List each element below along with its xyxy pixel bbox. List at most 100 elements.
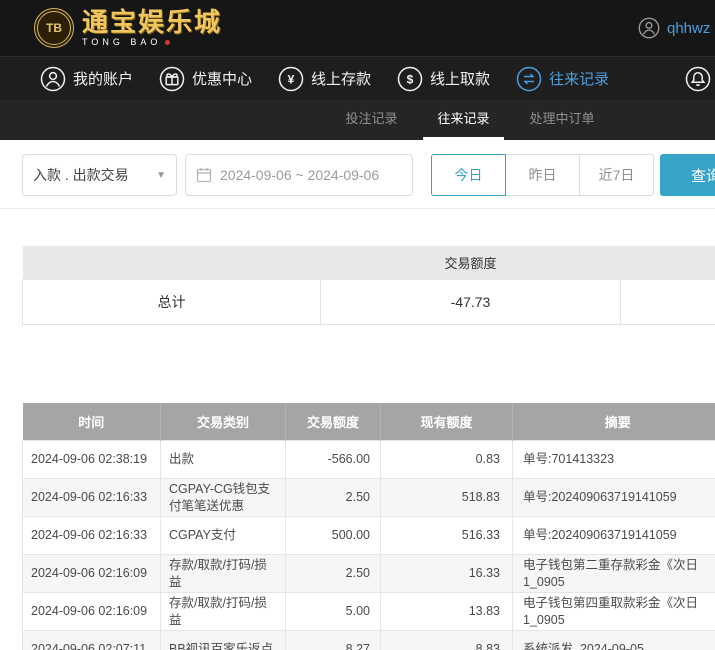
col-header-amount: 交易额度 (285, 402, 381, 441)
nav-item-online-deposit[interactable]: ¥ 线上存款 (278, 66, 371, 92)
cell-time: 2024-09-06 02:16:33 (22, 516, 161, 555)
content: 入款 . 出款交易 ▼ 2024-09-06 ~ 2024-09-06 今日 昨… (0, 140, 715, 650)
nav-item-promotions[interactable]: 优惠中心 (159, 66, 252, 92)
chevron-down-icon: ▼ (156, 169, 166, 181)
nav-label: 往来记录 (549, 71, 610, 88)
logo-subtitle-text: TONG BAO (82, 37, 162, 47)
cell-type: BB视讯百家乐返点 (160, 630, 286, 650)
cell-remark: 单号:202409063719141059 (512, 478, 715, 517)
cell-amount: 2.50 (285, 554, 381, 593)
nav-item-transaction-records[interactable]: 往来记录 (516, 66, 609, 92)
today-button[interactable]: 今日 (431, 154, 506, 196)
nav-label: 我的账户 (73, 71, 134, 88)
table-row: 2024-09-06 02:07:11 BB视讯百家乐返点 8.27 8.83 … (22, 630, 715, 650)
summary-total-row: 总计 -47.73 (22, 278, 715, 325)
col-header-balance: 现有额度 (380, 402, 513, 441)
cell-amount: 8.27 (285, 630, 381, 650)
svg-text:¥: ¥ (288, 72, 295, 86)
account-user-icon (638, 17, 660, 39)
summary-header-row: 交易额度 (22, 246, 715, 279)
cell-amount: 5.00 (285, 592, 381, 631)
tab-transaction-records[interactable]: 往来记录 (423, 100, 504, 140)
yesterday-button[interactable]: 昨日 (505, 154, 580, 196)
records-table-head: 时间 交易类别 交易额度 现有额度 摘要 (22, 402, 715, 441)
summary-total-label: 总计 (22, 278, 321, 325)
summary-empty-cell (619, 278, 715, 325)
nav-label: 线上取款 (430, 71, 491, 88)
table-row: 2024-09-06 02:16:33 CGPAY-CG钱包支付笔笔送优惠 2.… (22, 478, 715, 517)
nav-label: 线上存款 (311, 71, 372, 88)
nav-item-online-withdraw[interactable]: $ 线上取款 (397, 66, 490, 92)
cell-balance: 8.83 (380, 630, 513, 650)
cell-type: CGPAY支付 (160, 516, 286, 555)
records-table: 时间 交易类别 交易额度 现有额度 摘要 2024-09-06 02:38:19… (22, 402, 715, 650)
summary-table: 交易额度 总计 -47.73 (22, 246, 715, 325)
date-range-value: 2024-09-06 ~ 2024-09-06 (220, 167, 380, 183)
cell-time: 2024-09-06 02:16:09 (22, 592, 161, 631)
tab-pending-orders[interactable]: 处理中订单 (516, 100, 609, 140)
cell-type: 存款/取款/打码/损益 (160, 592, 286, 631)
cell-balance: 13.83 (380, 592, 513, 631)
logo-title: 通宝娱乐城 (82, 7, 223, 37)
cell-remark: 单号:202409063719141059 (512, 516, 715, 555)
tab-bet-records[interactable]: 投注记录 (331, 100, 411, 140)
cell-remark: 电子钱包第四重取款彩金《次日1_0905 (512, 592, 715, 631)
cell-time: 2024-09-06 02:38:19 (22, 440, 161, 479)
cell-remark: 单号:701413323 (512, 440, 715, 479)
nav-label: 优惠中心 (192, 71, 253, 88)
cell-remark: 系统派发_2024-09-05 (512, 630, 715, 650)
cell-amount: 500.00 (285, 516, 381, 555)
tabs: 投注记录 往来记录 处理中订单 (0, 100, 715, 140)
logo-text: 通宝娱乐城 TONG BAO (82, 9, 222, 47)
account[interactable]: qhhwz (638, 0, 710, 56)
cell-type: CGPAY-CG钱包支付笔笔送优惠 (160, 478, 286, 517)
cell-balance: 16.33 (380, 554, 513, 593)
logo-coin-icon: TB (34, 8, 74, 48)
cell-time: 2024-09-06 02:07:11 (22, 630, 161, 650)
withdraw-icon: $ (397, 66, 423, 91)
records-icon (516, 66, 542, 91)
main-nav: 我的账户 优惠中心 ¥ 线上存款 $ 线上取款 往来记录 (0, 56, 715, 100)
cell-type: 出款 (160, 440, 286, 479)
bell-icon (685, 66, 711, 91)
col-header-remark: 摘要 (512, 402, 715, 441)
logo-subtitle: TONG BAO (82, 37, 222, 47)
cell-amount: -566.00 (285, 440, 381, 479)
username: qhhwz (667, 19, 711, 37)
cell-time: 2024-09-06 02:16:33 (22, 478, 161, 517)
quick-date-buttons: 今日 昨日 近7日 (431, 154, 654, 196)
nav-item-my-account[interactable]: 我的账户 (40, 66, 133, 92)
transaction-type-select[interactable]: 入款 . 出款交易 ▼ (22, 154, 177, 196)
cell-balance: 518.83 (380, 478, 513, 517)
cell-type: 存款/取款/打码/损益 (160, 554, 286, 593)
user-icon (40, 66, 66, 91)
cell-time: 2024-09-06 02:16:09 (22, 554, 161, 593)
transaction-type-value: 入款 . 出款交易 (33, 167, 129, 183)
table-row: 2024-09-06 02:16:09 存款/取款/打码/损益 2.50 16.… (22, 554, 715, 593)
logo-coin-text: TB (46, 21, 62, 35)
cell-balance: 516.33 (380, 516, 513, 555)
gift-icon (159, 66, 185, 91)
top-header: TB 通宝娱乐城 TONG BAO qhhwz (0, 0, 715, 56)
deposit-icon: ¥ (278, 66, 304, 91)
summary-total-value: -47.73 (320, 278, 621, 325)
page: TB 通宝娱乐城 TONG BAO qhhwz 我的账户 优惠中心 ¥ 线上存款… (0, 0, 715, 650)
date-range-input[interactable]: 2024-09-06 ~ 2024-09-06 (185, 154, 413, 196)
col-header-type: 交易类别 (160, 402, 286, 441)
last-7-days-button[interactable]: 近7日 (579, 154, 654, 196)
svg-text:$: $ (407, 72, 414, 86)
filter-bar: 入款 . 出款交易 ▼ 2024-09-06 ~ 2024-09-06 今日 昨… (0, 140, 715, 209)
table-row: 2024-09-06 02:38:19 出款 -566.00 0.83 单号:7… (22, 440, 715, 479)
table-row: 2024-09-06 02:16:09 存款/取款/打码/损益 5.00 13.… (22, 592, 715, 631)
calendar-icon (196, 168, 212, 183)
table-row: 2024-09-06 02:16:33 CGPAY支付 500.00 516.3… (22, 516, 715, 555)
cell-remark: 电子钱包第二重存款彩金《次日1_0905 (512, 554, 715, 593)
logo[interactable]: TB 通宝娱乐城 TONG BAO (34, 8, 222, 48)
search-button[interactable]: 查询 (660, 154, 715, 196)
col-header-time: 时间 (22, 402, 161, 441)
nav-item-notifications[interactable] (685, 66, 715, 92)
logo-red-dot (165, 39, 171, 45)
sub-nav: 投注记录 往来记录 处理中订单 (0, 100, 715, 140)
cell-balance: 0.83 (380, 440, 513, 479)
cell-amount: 2.50 (285, 478, 381, 517)
